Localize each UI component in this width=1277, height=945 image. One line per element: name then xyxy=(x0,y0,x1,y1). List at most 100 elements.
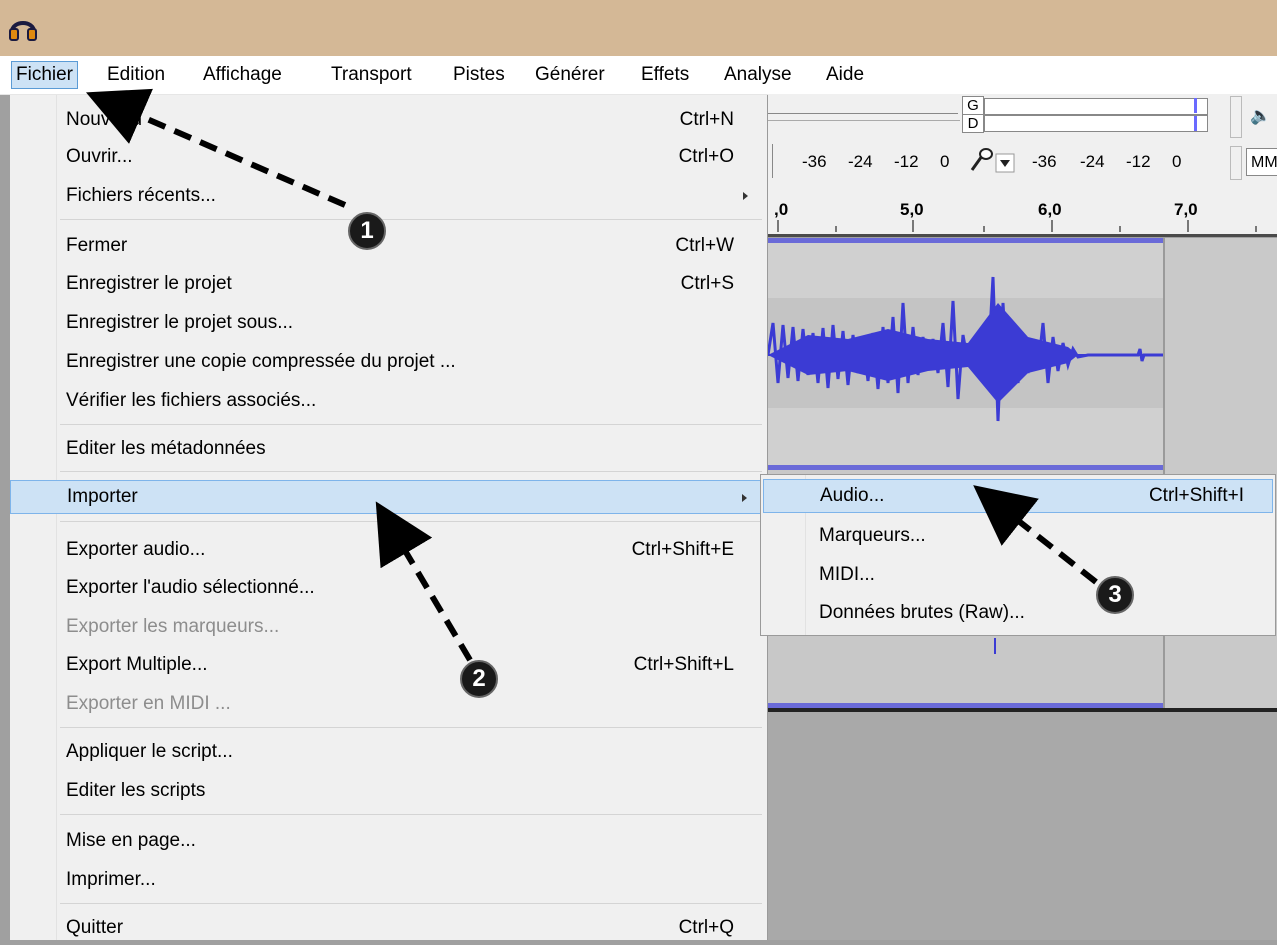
menu-pistes[interactable]: Pistes xyxy=(449,61,509,89)
meter-toolbar: G D 🔈 -36 -24 -12 0 -36 -24 -12 0 MM xyxy=(768,94,1277,188)
menu-item-exporter-selection[interactable]: Exporter l'audio sélectionné... xyxy=(10,571,766,605)
menu-item-label: Exporter en MIDI ... xyxy=(66,693,231,714)
menu-item-mise-en-page[interactable]: Mise en page... xyxy=(10,824,766,858)
menu-item-label: Nouveau xyxy=(66,109,143,130)
track1-empty-region xyxy=(1163,238,1277,470)
menu-item-metadonnees[interactable]: Editer les métadonnées xyxy=(10,432,766,466)
submenu-arrow-icon xyxy=(742,494,747,502)
timeline-ruler[interactable]: ,0 5,0 6,0 7,0 xyxy=(768,188,1277,237)
menu-item-label: Importer xyxy=(67,486,138,507)
menu-transport[interactable]: Transport xyxy=(327,61,416,89)
menu-effets[interactable]: Effets xyxy=(637,61,693,89)
menu-item-imprimer[interactable]: Imprimer... xyxy=(10,863,766,897)
speaker-icon[interactable]: 🔈 xyxy=(1250,106,1271,126)
menu-item-label: Enregistrer une copie compressée du proj… xyxy=(66,351,456,372)
menu-item-ouvrir[interactable]: Ouvrir... Ctrl+O xyxy=(10,140,766,174)
submenu-item-raw[interactable]: Données brutes (Raw)... xyxy=(763,596,1273,630)
annotation-number: 3 xyxy=(1108,581,1122,608)
menu-bar: Fichier Edition Affichage Transport Pist… xyxy=(0,56,1277,95)
menu-item-copie-compressee[interactable]: Enregistrer une copie compressée du proj… xyxy=(10,345,766,379)
mm-selector[interactable]: MM xyxy=(1246,148,1277,176)
track2-marker xyxy=(994,638,996,654)
meter-grip[interactable] xyxy=(1230,96,1242,138)
play-scale-tick: -12 xyxy=(1126,152,1151,171)
empty-track-area[interactable] xyxy=(768,712,1277,940)
menu-item-verifier-fichiers[interactable]: Vérifier les fichiers associés... xyxy=(10,384,766,418)
menu-item-label: Enregistrer le projet xyxy=(66,273,232,294)
submenu-arrow-icon xyxy=(743,192,748,200)
meter-play-bar-g[interactable] xyxy=(984,98,1208,115)
menu-analyse[interactable]: Analyse xyxy=(720,61,796,89)
menu-item-label: Appliquer le script... xyxy=(66,741,233,762)
menu-item-editer-scripts[interactable]: Editer les scripts xyxy=(10,774,766,808)
menu-item-shortcut: Ctrl+N xyxy=(679,109,734,130)
menu-item-fichiers-recents[interactable]: Fichiers récents... xyxy=(10,179,766,213)
annotation-badge-1: 1 xyxy=(348,212,386,250)
menu-edition[interactable]: Edition xyxy=(103,61,169,89)
submenu-item-label: Audio... xyxy=(820,485,885,506)
menu-item-label: Editer les métadonnées xyxy=(66,438,266,459)
rec-scale-tick: -36 xyxy=(802,152,827,171)
menu-generer[interactable]: Générer xyxy=(531,61,609,89)
menu-item-label: Editer les scripts xyxy=(66,780,206,801)
menu-item-exporter-audio[interactable]: Exporter audio... Ctrl+Shift+E xyxy=(10,533,766,567)
import-submenu: Audio... Ctrl+Shift+I Marqueurs... MIDI..… xyxy=(760,474,1276,636)
play-scale-tick: -36 xyxy=(1032,152,1057,171)
menu-affichage[interactable]: Affichage xyxy=(199,61,286,89)
menu-item-appliquer-script[interactable]: Appliquer le script... xyxy=(10,735,766,769)
menu-item-shortcut: Ctrl+S xyxy=(680,273,734,294)
menu-item-label: Exporter l'audio sélectionné... xyxy=(66,577,315,598)
audio-track-1[interactable] xyxy=(768,238,1163,470)
menu-item-export-multiple[interactable]: Export Multiple... Ctrl+Shift+L xyxy=(10,648,766,682)
menu-item-label: Fermer xyxy=(66,235,128,256)
menu-item-importer[interactable]: Importer xyxy=(10,480,766,514)
menu-separator xyxy=(60,424,762,425)
meter-peak-d xyxy=(1194,116,1197,131)
play-scale-tick: 0 xyxy=(1172,152,1182,171)
title-bar xyxy=(0,0,1277,56)
menu-item-label: Exporter les marqueurs... xyxy=(66,616,280,637)
menu-item-shortcut: Ctrl+Shift+E xyxy=(631,539,734,560)
submenu-item-audio[interactable]: Audio... Ctrl+Shift+I xyxy=(763,479,1273,513)
menu-item-nouveau[interactable]: Nouveau Ctrl+N xyxy=(10,103,766,137)
menu-item-label: Fichiers récents... xyxy=(66,185,216,206)
menu-item-label: Export Multiple... xyxy=(66,654,208,675)
meter-grip-2[interactable] xyxy=(1230,146,1242,180)
menu-item-shortcut: Ctrl+Shift+L xyxy=(633,654,734,675)
menu-aide[interactable]: Aide xyxy=(822,61,868,89)
annotation-number: 2 xyxy=(472,665,486,692)
microphone-icon[interactable] xyxy=(966,146,1018,176)
meter-rec-scale-line xyxy=(768,120,960,121)
submenu-item-shortcut: Ctrl+Shift+I xyxy=(1148,485,1244,506)
meter-label-d: D xyxy=(962,114,984,133)
meter-label-g: G xyxy=(962,96,984,115)
annotation-badge-2: 2 xyxy=(460,660,498,698)
menu-separator xyxy=(60,471,762,472)
waveform xyxy=(768,276,1163,422)
menu-item-shortcut: Ctrl+O xyxy=(678,146,734,167)
menu-separator xyxy=(60,814,762,815)
meter-play-bar-d[interactable] xyxy=(984,115,1208,132)
menu-item-label: Ouvrir... xyxy=(66,146,133,167)
rec-scale-left-border xyxy=(768,144,773,178)
menu-item-label: Exporter audio... xyxy=(66,539,206,560)
submenu-item-midi[interactable]: MIDI... xyxy=(763,558,1273,592)
submenu-item-marqueurs[interactable]: Marqueurs... xyxy=(763,519,1273,553)
menu-item-enregistrer-sous[interactable]: Enregistrer le projet sous... xyxy=(10,306,766,340)
menu-item-label: Imprimer... xyxy=(66,869,156,890)
rec-scale-tick: 0 xyxy=(940,152,950,171)
menu-item-enregistrer-projet[interactable]: Enregistrer le projet Ctrl+S xyxy=(10,267,766,301)
file-menu: Nouveau Ctrl+N Ouvrir... Ctrl+O Fichiers r… xyxy=(10,95,768,940)
submenu-item-label: Données brutes (Raw)... xyxy=(819,602,1025,623)
menu-item-fermer[interactable]: Fermer Ctrl+W xyxy=(10,229,766,263)
ruler-ticks xyxy=(777,220,1257,232)
meter-rec-bar-g[interactable] xyxy=(768,98,958,114)
submenu-item-label: Marqueurs... xyxy=(819,525,926,546)
menu-item-label: Vérifier les fichiers associés... xyxy=(66,390,317,411)
meter-peak-g xyxy=(1194,98,1197,113)
menu-fichier[interactable]: Fichier xyxy=(11,61,79,89)
menu-item-exporter-marqueurs: Exporter les marqueurs... xyxy=(10,610,766,644)
play-scale: -36 -24 -12 0 xyxy=(1024,150,1224,174)
submenu-item-label: MIDI... xyxy=(819,564,875,585)
menu-separator xyxy=(60,521,762,522)
